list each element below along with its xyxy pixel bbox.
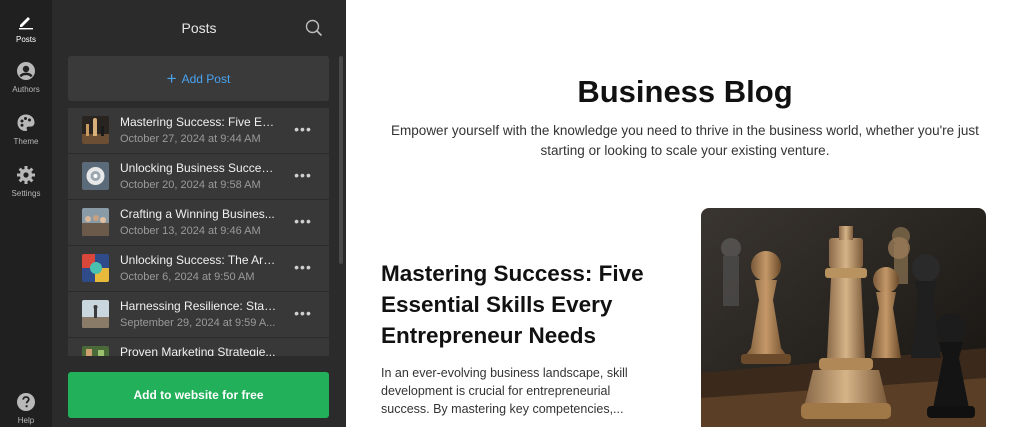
featured-post-title[interactable]: Mastering Success: Five Essential Skills… <box>381 258 671 351</box>
post-list-item[interactable]: Unlocking Business Success... October 20… <box>68 154 329 199</box>
rail-item-theme[interactable]: Theme <box>0 112 52 146</box>
post-title: Crafting a Winning Busines... <box>120 207 275 221</box>
cta-footer: Add to website for free <box>52 356 346 427</box>
post-list-scrollbar[interactable] <box>339 56 343 264</box>
featured-post-image[interactable] <box>701 208 986 427</box>
rail-label: Settings <box>11 189 41 198</box>
featured-post-excerpt: In an ever-evolving business landscape, … <box>381 366 628 416</box>
pencil-icon <box>15 10 37 32</box>
post-list-item[interactable]: Unlocking Success: The Art ... October 6… <box>68 246 329 291</box>
more-options-icon[interactable]: ••• <box>291 167 315 185</box>
post-date: October 13, 2024 at 9:46 AM <box>120 225 261 237</box>
rail-label: Authors <box>12 85 40 94</box>
post-thumbnail <box>82 254 109 282</box>
post-thumbnail <box>82 162 109 190</box>
add-to-website-button[interactable]: Add to website for free <box>68 372 329 418</box>
rail-item-settings[interactable]: Settings <box>0 164 52 198</box>
post-list-item[interactable]: Mastering Success: Five Ess... October 2… <box>68 108 329 153</box>
panel-title: Posts <box>181 20 217 36</box>
post-list-item[interactable]: Harnessing Resilience: Stayi... Septembe… <box>68 292 329 337</box>
post-thumbnail <box>82 208 109 236</box>
plus-icon: + <box>166 69 177 88</box>
post-title: Harnessing Resilience: Stayi... <box>120 299 278 313</box>
post-date: October 20, 2024 at 9:58 AM <box>120 179 261 191</box>
post-date: September 29, 2024 at 9:59 A... <box>120 317 276 329</box>
rail-label: Help <box>17 416 35 425</box>
posts-panel: Posts + Add Post Mastering Success: Five… <box>52 0 346 427</box>
app-rail: Posts Authors Theme Settings Help <box>0 0 52 427</box>
gear-icon <box>15 164 37 186</box>
rail-item-help[interactable]: Help <box>0 391 52 425</box>
add-post-button[interactable]: + Add Post <box>68 56 329 101</box>
post-thumbnail <box>82 346 109 356</box>
post-list-item[interactable]: Crafting a Winning Busines... October 13… <box>68 200 329 245</box>
add-post-label: Add Post <box>181 71 231 86</box>
blog-preview: Business Blog Empower yourself with the … <box>346 0 1024 427</box>
blog-title: Business Blog <box>577 74 793 109</box>
rail-item-authors[interactable]: Authors <box>0 60 52 94</box>
post-list: Mastering Success: Five Ess... October 2… <box>68 108 329 356</box>
post-list-item[interactable]: Proven Marketing Strategie... <box>68 338 329 356</box>
rail-label: Theme <box>13 137 39 146</box>
search-icon[interactable] <box>304 18 324 38</box>
more-options-icon[interactable]: ••• <box>291 259 315 277</box>
post-title: Unlocking Business Success... <box>120 161 278 175</box>
question-icon <box>15 391 37 413</box>
palette-icon <box>15 112 37 134</box>
post-date: October 6, 2024 at 9:50 AM <box>120 271 255 283</box>
post-title: Unlocking Success: The Art ... <box>120 253 278 267</box>
blog-subtitle: Empower yourself with the knowledge you … <box>391 123 979 158</box>
more-options-icon[interactable]: ••• <box>291 121 315 139</box>
post-title: Mastering Success: Five Ess... <box>120 115 278 129</box>
rail-label: Posts <box>15 35 36 44</box>
post-date: October 27, 2024 at 9:44 AM <box>120 133 261 145</box>
post-thumbnail <box>82 300 109 328</box>
post-title: Proven Marketing Strategie... <box>120 345 276 356</box>
rail-item-posts[interactable]: Posts <box>0 10 52 44</box>
more-options-icon[interactable]: ••• <box>291 305 315 323</box>
more-options-icon[interactable]: ••• <box>291 213 315 231</box>
post-thumbnail <box>82 116 109 144</box>
user-icon <box>15 60 37 82</box>
